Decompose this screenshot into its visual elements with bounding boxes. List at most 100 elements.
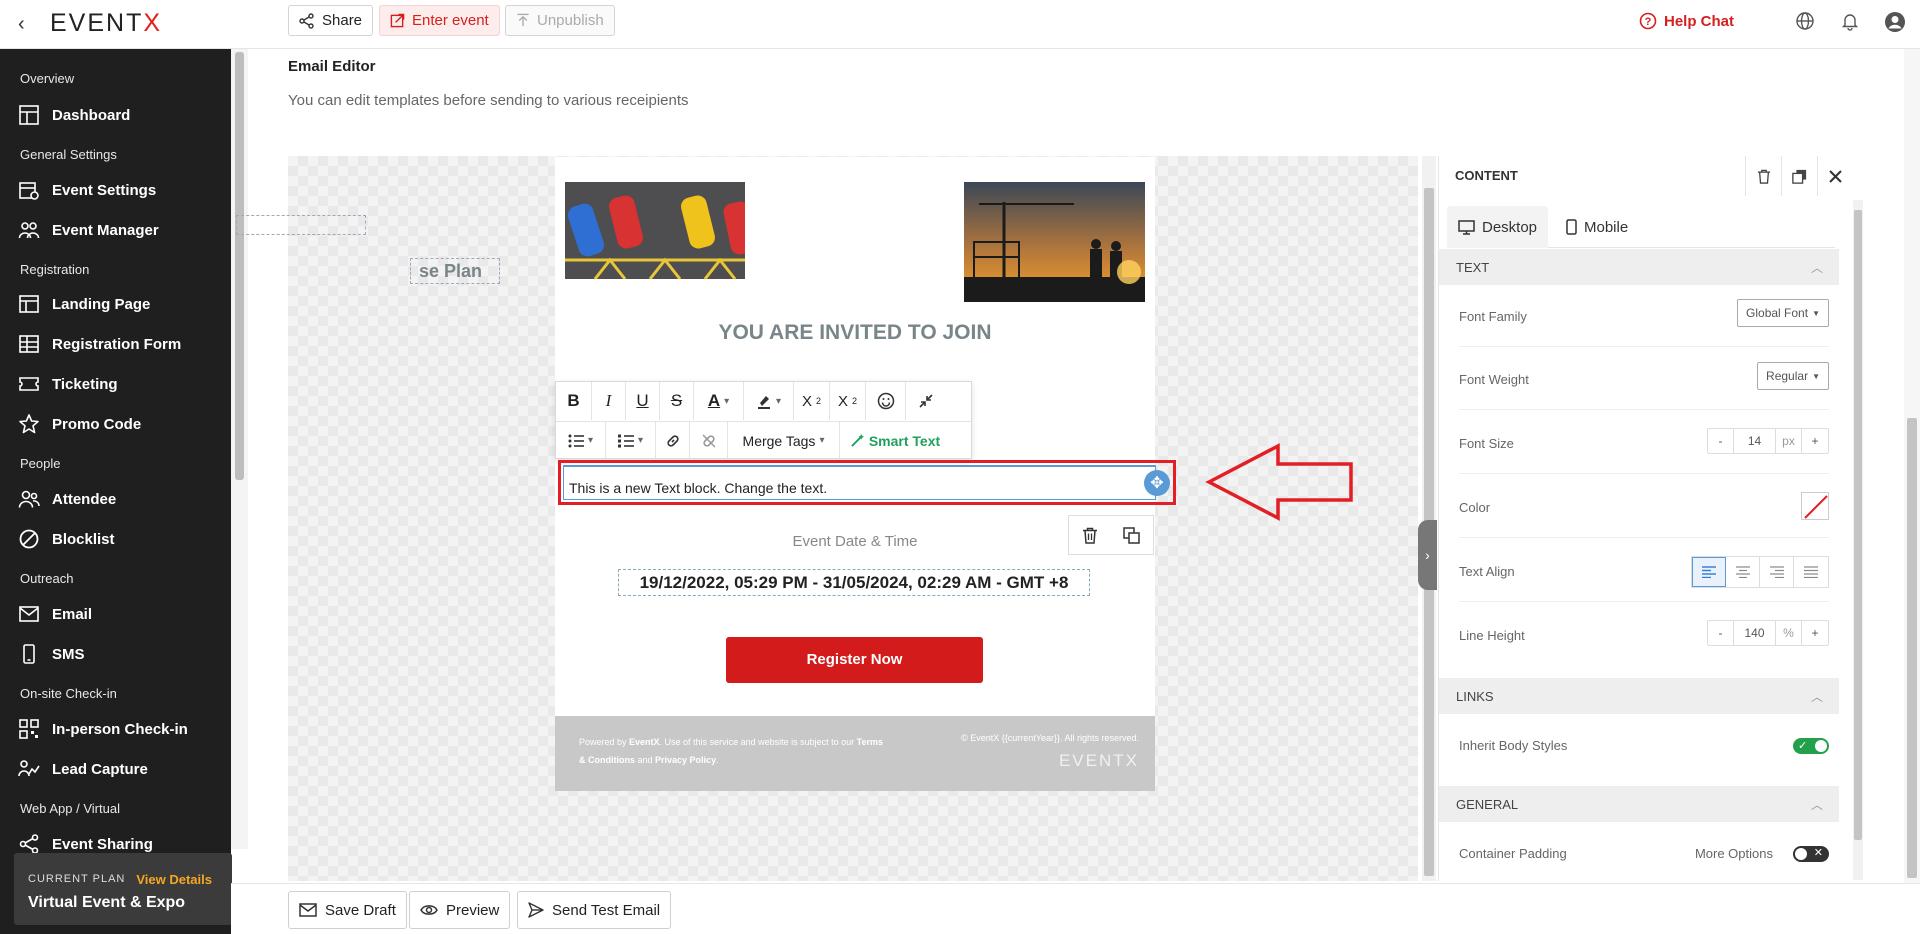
callout-arrow [1205, 443, 1353, 521]
trash-icon[interactable] [1745, 156, 1781, 196]
attendee-icon [18, 490, 40, 508]
toggle-knob [1815, 740, 1827, 752]
close-icon[interactable] [1817, 156, 1853, 196]
user-avatar-icon[interactable] [1884, 11, 1906, 33]
ticket-icon [19, 377, 39, 391]
sidebar-item-event-settings[interactable]: Event Settings [18, 178, 156, 202]
send-test-email-button[interactable]: Send Test Email [517, 891, 672, 929]
general-section-header[interactable]: GENERAL ︿ [1439, 786, 1839, 822]
back-chevron-icon[interactable]: ‹ [18, 14, 36, 34]
event-dates-block[interactable]: 19/12/2022, 05:29 PM - 31/05/2024, 02:29… [618, 569, 1090, 596]
numbered-list-icon[interactable]: ▾ [606, 421, 656, 460]
line-height-decrement[interactable]: - [1708, 621, 1734, 645]
sidebar-item-label: Attendee [52, 490, 117, 508]
sidebar-item-label: SMS [52, 645, 85, 663]
sidebar-item-blocklist[interactable]: Blocklist [18, 527, 115, 551]
links-section-title: LINKS [1456, 688, 1494, 704]
text-section-header[interactable]: TEXT ︿ [1439, 249, 1839, 285]
line-height-increment[interactable]: + [1802, 621, 1828, 645]
font-weight-select[interactable]: Regular ▼ [1757, 362, 1829, 390]
globe-icon[interactable] [1795, 11, 1817, 33]
help-chat-button[interactable]: ? Help Chat [1639, 12, 1734, 30]
construction-sunset-image[interactable] [964, 182, 1145, 302]
sidebar-item-sms[interactable]: SMS [18, 642, 85, 666]
enter-event-button[interactable]: Enter event [379, 5, 500, 36]
sidebar-item-attendee[interactable]: Attendee [18, 487, 116, 511]
save-draft-button[interactable]: Save Draft [288, 891, 407, 929]
panel-scrollbar-thumb[interactable] [1854, 210, 1862, 840]
superscript-icon[interactable]: X2 [794, 382, 830, 420]
more-options-label: More Options [1694, 846, 1773, 861]
strikethrough-icon[interactable]: S [660, 382, 694, 420]
logo-text: EVENT [50, 9, 144, 37]
merge-tags-dropdown[interactable]: Merge Tags ▾ [728, 421, 840, 460]
link-icon[interactable] [656, 421, 690, 460]
share-button[interactable]: Share [288, 5, 374, 36]
subscript-icon[interactable]: X2 [830, 382, 866, 420]
move-handle-icon[interactable]: ✥ [1144, 470, 1170, 496]
register-now-button[interactable]: Register Now [726, 637, 983, 683]
more-options-toggle[interactable]: ✕ [1793, 846, 1829, 862]
emoji-icon[interactable] [866, 382, 906, 420]
highlight-icon[interactable]: ▾ [744, 382, 794, 420]
sidebar-item-label: Blocklist [52, 530, 115, 548]
text-block-editor[interactable]: This is a new Text block. Change the tex… [563, 465, 1156, 500]
sidebar-item-inperson-checkin[interactable]: In-person Check-in [18, 717, 188, 741]
unpublish-button[interactable]: Unpublish [505, 5, 615, 36]
align-right-icon[interactable] [1760, 557, 1794, 587]
text-block-content[interactable]: This is a new Text block. Change the tex… [569, 480, 827, 496]
text-align-label: Text Align [1459, 564, 1515, 579]
unlink-icon[interactable] [690, 421, 728, 460]
page-scrollbar-thumb[interactable] [1907, 418, 1917, 878]
font-size-input[interactable]: 14 [1734, 429, 1776, 453]
font-size-increment[interactable]: + [1802, 429, 1828, 453]
chevron-up-icon: ︿ [1810, 260, 1823, 275]
footer-copyright: © EventX {{currentYear}}. All rights res… [961, 733, 1139, 743]
tab-mobile[interactable]: Mobile [1555, 206, 1639, 248]
underline-icon[interactable]: U [626, 382, 660, 420]
parking-cars-image[interactable] [565, 182, 745, 279]
align-justify-icon[interactable] [1794, 557, 1828, 587]
links-section-header[interactable]: LINKS ︿ [1439, 678, 1839, 714]
sidebar-item-label: Event Sharing [52, 835, 153, 853]
sidebar-item-promo-code[interactable]: Promo Code [18, 412, 141, 436]
collapse-panel-chevron-icon[interactable]: › [1418, 520, 1437, 590]
sidebar-item-lead-capture[interactable]: Lead Capture [18, 757, 148, 781]
sidebar-item-label: Lead Capture [52, 760, 148, 778]
sidebar-item-landing-page[interactable]: Landing Page [18, 292, 150, 316]
sidebar-item-email[interactable]: Email [18, 602, 92, 626]
bold-icon[interactable]: B [556, 382, 592, 420]
sidebar-item-label: Promo Code [52, 415, 142, 433]
font-size-decrement[interactable]: - [1708, 429, 1734, 453]
event-name-block[interactable] [236, 215, 366, 235]
sidebar-scrollbar-thumb[interactable] [235, 52, 244, 480]
svg-text:?: ? [1645, 16, 1652, 28]
star-icon [19, 414, 39, 434]
inherit-body-toggle[interactable]: ✓ [1793, 738, 1829, 754]
align-center-icon[interactable] [1726, 557, 1760, 587]
sidebar-item-ticketing[interactable]: Ticketing [18, 372, 118, 396]
color-swatch[interactable] [1801, 492, 1829, 520]
check-icon: ✓ [1798, 740, 1808, 752]
merge-tags-label: Merge Tags [742, 432, 816, 449]
plan-name-block[interactable]: se Plan [410, 258, 500, 284]
collapse-arrows-icon[interactable] [906, 382, 946, 420]
sidebar-item-dashboard[interactable]: Dashboard [18, 103, 130, 127]
italic-icon[interactable]: I [592, 382, 626, 420]
view-details-link[interactable]: View Details [136, 872, 212, 887]
bullet-list-icon[interactable]: ▾ [556, 421, 606, 460]
tab-desktop[interactable]: Desktop [1447, 206, 1549, 248]
selected-text-block[interactable]: This is a new Text block. Change the tex… [558, 460, 1176, 505]
sidebar-item-registration-form[interactable]: Registration Form [18, 332, 181, 356]
bell-icon[interactable] [1840, 11, 1862, 33]
text-format-toolbar: B I U S A ▾ ▾ X2 X2 ▾ ▾ Merge Tags ▾ Smart… [555, 381, 972, 460]
preview-button[interactable]: Preview [409, 891, 511, 929]
privacy-link[interactable]: Privacy Policy [655, 755, 716, 765]
align-left-icon[interactable] [1692, 557, 1726, 587]
line-height-input[interactable]: 140 [1734, 621, 1776, 645]
font-family-select[interactable]: Global Font ▼ [1737, 299, 1829, 327]
duplicate-icon[interactable] [1781, 156, 1817, 196]
smart-text-button[interactable]: Smart Text [840, 422, 950, 460]
sidebar-item-event-manager[interactable]: Event Manager [18, 218, 159, 242]
font-color-icon[interactable]: A ▾ [694, 382, 744, 420]
